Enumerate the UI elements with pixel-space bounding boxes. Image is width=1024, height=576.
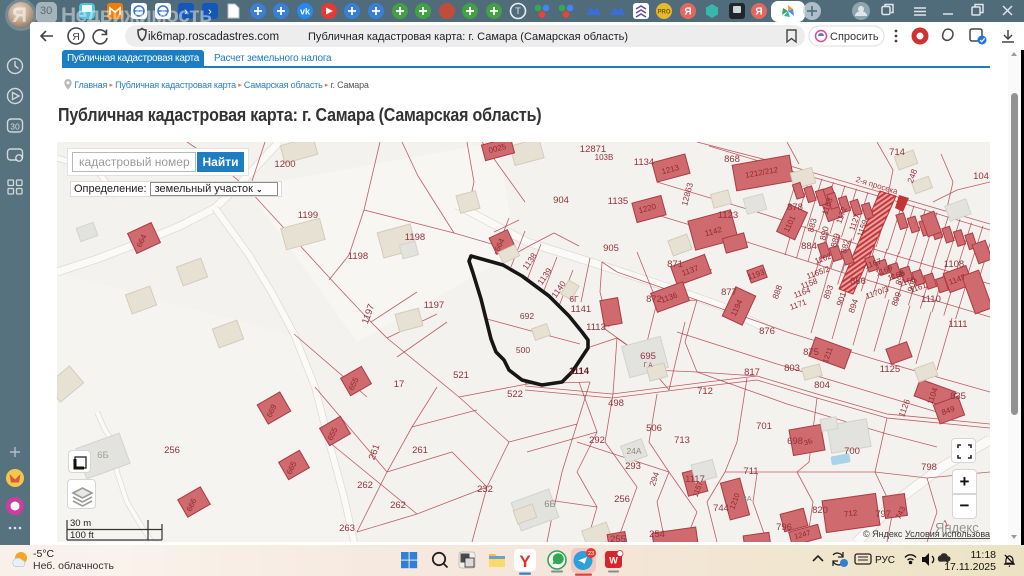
svg-text:712: 712 <box>843 508 858 519</box>
svg-text:701: 701 <box>756 421 772 432</box>
svg-text:797: 797 <box>875 509 891 520</box>
svg-text:232: 232 <box>477 484 493 495</box>
svg-text:835: 835 <box>950 391 966 402</box>
svg-text:256: 256 <box>164 445 180 456</box>
svg-text:905: 905 <box>603 243 619 254</box>
svg-text:1198: 1198 <box>348 251 368 262</box>
svg-text:698: 698 <box>787 436 803 447</box>
svg-text:17.11.2025: 17.11.2025 <box>944 561 996 573</box>
svg-text:714: 714 <box>889 147 905 158</box>
svg-text:254: 254 <box>649 529 665 540</box>
svg-text:24А: 24А <box>626 446 641 456</box>
svg-text:692: 692 <box>520 311 534 321</box>
svg-text:884: 884 <box>801 241 817 252</box>
svg-text:1108: 1108 <box>944 259 964 270</box>
svg-text:263: 263 <box>339 523 355 534</box>
svg-text:1141: 1141 <box>571 304 591 315</box>
svg-text:1198: 1198 <box>405 232 425 243</box>
svg-text:700: 700 <box>844 446 860 457</box>
svg-text:712: 712 <box>697 386 713 397</box>
svg-text:868: 868 <box>724 154 740 165</box>
svg-text:521: 521 <box>453 370 469 381</box>
svg-text:713: 713 <box>674 435 690 446</box>
svg-text:Условия использования: Условия использования <box>905 529 990 539</box>
svg-text:Спросить: Спросить <box>830 31 879 43</box>
svg-text:ЗА: ЗА <box>742 494 752 503</box>
svg-text:904: 904 <box>553 195 569 206</box>
svg-text:1123: 1123 <box>718 210 738 221</box>
svg-text:856: 856 <box>850 276 866 287</box>
svg-text:1197: 1197 <box>424 300 444 311</box>
svg-text:255: 255 <box>610 534 626 542</box>
svg-text:261: 261 <box>412 445 428 456</box>
svg-text:T: T <box>515 6 521 16</box>
svg-text:292: 292 <box>589 435 605 446</box>
svg-text:876: 876 <box>759 326 775 337</box>
svg-text:695: 695 <box>640 351 656 362</box>
svg-text:11:18: 11:18 <box>971 549 997 561</box>
svg-text:Публичная кадастровая карта: г: Публичная кадастровая карта: г. Самара (… <box>308 31 628 43</box>
svg-text:796: 796 <box>776 522 792 533</box>
svg-text:23: 23 <box>588 551 594 557</box>
svg-text:798: 798 <box>921 462 937 473</box>
svg-text:Я: Я <box>684 7 691 18</box>
svg-text:ik6map.roscadastres.com: ik6map.roscadastres.com <box>148 31 279 43</box>
svg-text:262: 262 <box>357 480 373 491</box>
svg-text:104: 104 <box>973 171 989 182</box>
svg-text:803: 803 <box>784 363 800 374</box>
svg-text:РУС: РУС <box>875 555 895 566</box>
svg-text:30: 30 <box>10 122 20 132</box>
svg-text:1135: 1135 <box>608 196 628 207</box>
svg-text:711: 711 <box>743 466 758 477</box>
svg-text:1199: 1199 <box>298 210 318 221</box>
svg-text:262: 262 <box>390 500 406 511</box>
svg-text:522: 522 <box>507 389 523 400</box>
svg-text:256: 256 <box>614 494 630 505</box>
svg-text:1125: 1125 <box>880 364 900 375</box>
svg-text:-5°C: -5°C <box>33 548 55 560</box>
svg-text:Я: Я <box>755 7 762 18</box>
svg-text:744: 744 <box>713 503 729 514</box>
svg-text:506: 506 <box>646 423 662 434</box>
svg-text:293: 293 <box>625 461 641 472</box>
svg-text:1111: 1111 <box>948 319 967 330</box>
svg-text:PRO: PRO <box>657 10 670 16</box>
svg-text:500: 500 <box>516 345 530 355</box>
svg-text:Y: Y <box>519 552 531 571</box>
svg-text:vk: vk <box>300 7 311 17</box>
svg-text:© Яндекс: © Яндекс <box>863 529 903 539</box>
svg-text:6Б: 6Б <box>544 499 556 510</box>
svg-text:1110: 1110 <box>921 294 941 305</box>
svg-text:17: 17 <box>394 379 405 390</box>
svg-text:1114: 1114 <box>569 366 590 377</box>
svg-text:1134: 1134 <box>634 157 654 168</box>
svg-text:103В: 103В <box>595 153 614 162</box>
svg-text:877: 877 <box>721 287 737 298</box>
svg-text:804: 804 <box>814 380 830 391</box>
svg-text:Неб. облачность: Неб. облачность <box>33 560 114 572</box>
svg-text:878: 878 <box>787 202 803 213</box>
svg-text:817: 817 <box>744 367 760 378</box>
svg-text:1113: 1113 <box>586 322 606 333</box>
svg-text:6Б: 6Б <box>97 450 109 461</box>
svg-text:820: 820 <box>812 505 828 516</box>
svg-text:6Г: 6Г <box>569 294 579 304</box>
svg-text:1200: 1200 <box>274 159 295 170</box>
svg-text:Я: Я <box>72 31 80 43</box>
svg-text:Г А: Г А <box>644 363 653 369</box>
svg-text:498: 498 <box>608 398 624 409</box>
svg-text:W: W <box>609 556 618 566</box>
svg-text:875: 875 <box>803 347 819 358</box>
